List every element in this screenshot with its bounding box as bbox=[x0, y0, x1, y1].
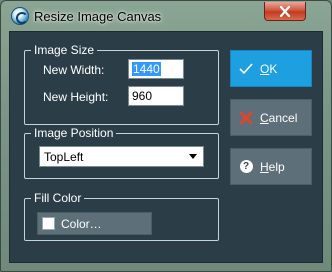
image-position-value: TopLeft bbox=[44, 149, 84, 164]
ok-label: OK bbox=[260, 61, 278, 76]
image-position-select[interactable]: TopLeft bbox=[39, 146, 204, 167]
resize-canvas-icon bbox=[11, 7, 29, 25]
color-picker-button[interactable]: Color… bbox=[37, 212, 152, 235]
color-button-label: Color… bbox=[61, 216, 102, 231]
close-button[interactable] bbox=[264, 2, 306, 21]
new-width-label: New Width: bbox=[43, 63, 105, 77]
help-button[interactable]: ? Help bbox=[230, 148, 312, 185]
cancel-button[interactable]: Cancel bbox=[230, 99, 312, 136]
chevron-down-icon bbox=[189, 154, 197, 159]
new-width-value: 1440 bbox=[132, 62, 161, 76]
new-width-input[interactable]: 1440 bbox=[128, 59, 184, 79]
fill-color-legend: Fill Color bbox=[31, 191, 85, 205]
x-icon bbox=[237, 111, 255, 125]
new-height-value: 960 bbox=[132, 89, 153, 103]
new-height-label: New Height: bbox=[43, 90, 109, 104]
image-position-group: Image Position TopLeft bbox=[24, 126, 219, 179]
ok-button[interactable]: OK bbox=[230, 50, 312, 87]
dialog-window: Resize Image Canvas Image Size New Width… bbox=[0, 0, 332, 272]
fill-color-group: Fill Color Color… bbox=[24, 191, 219, 241]
title-bar[interactable]: Resize Image Canvas bbox=[1, 1, 331, 31]
image-size-group: Image Size New Width: 1440 New Height: 9… bbox=[24, 43, 219, 125]
help-label: Help bbox=[260, 159, 285, 174]
checkmark-icon bbox=[237, 62, 255, 75]
image-position-legend: Image Position bbox=[31, 126, 117, 140]
color-swatch bbox=[42, 217, 55, 230]
image-size-legend: Image Size bbox=[31, 43, 98, 57]
close-icon bbox=[279, 5, 291, 17]
cancel-label: Cancel bbox=[260, 110, 298, 125]
question-icon: ? bbox=[237, 160, 255, 173]
dialog-body: Image Size New Width: 1440 New Height: 9… bbox=[9, 31, 323, 263]
window-title: Resize Image Canvas bbox=[34, 9, 162, 24]
new-height-input[interactable]: 960 bbox=[128, 86, 184, 106]
